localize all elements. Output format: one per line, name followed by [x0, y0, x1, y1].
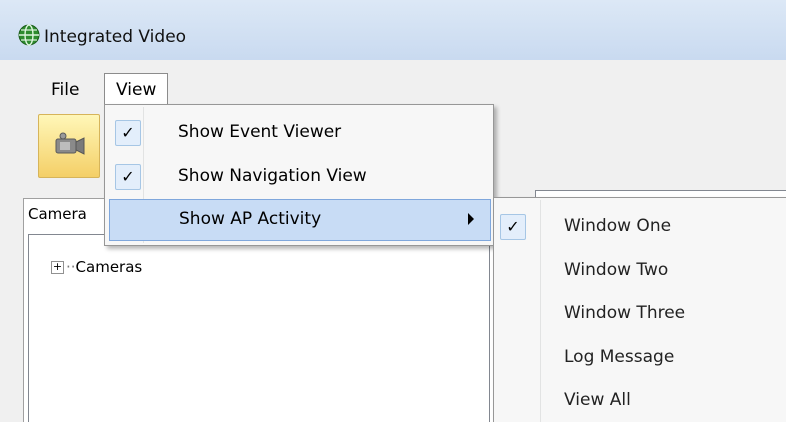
- window-title: Integrated Video: [44, 27, 187, 47]
- camera-panel-tab[interactable]: Camera: [28, 205, 87, 229]
- app-window: Integrated Video File View Camera + ··Cam…: [0, 0, 786, 422]
- submenu-item-label: View All: [564, 390, 631, 410]
- checkmark-icon: ✓: [115, 120, 141, 146]
- camera-tree: + ··Cameras: [28, 234, 490, 422]
- expand-plus-icon[interactable]: +: [51, 261, 64, 274]
- menu-item-label: Show Navigation View: [178, 166, 367, 186]
- globe-icon: [18, 24, 40, 46]
- menu-file[interactable]: File: [40, 75, 90, 105]
- submenu-item-label: Window Two: [564, 260, 669, 280]
- menu-item-show-navigation-view[interactable]: ✓ Show Navigation View: [107, 157, 491, 195]
- title-bar: Integrated Video: [0, 0, 786, 60]
- submenu-item-window-three[interactable]: Window Three: [494, 293, 784, 333]
- submenu-item-window-two[interactable]: Window Two: [494, 250, 784, 290]
- checkmark-icon: ✓: [115, 164, 141, 190]
- submenu-item-label: Window One: [564, 216, 672, 236]
- video-camera-icon: [55, 132, 85, 155]
- submenu-item-log-message[interactable]: Log Message: [494, 337, 784, 377]
- menu-item-label: Show AP Activity: [179, 209, 322, 229]
- submenu-arrow-icon: [468, 213, 474, 225]
- menu-item-label: Show Event Viewer: [178, 122, 342, 142]
- submenu-item-label: Log Message: [564, 347, 675, 367]
- menu-view[interactable]: View: [104, 73, 169, 106]
- tree-connector: ··: [66, 258, 76, 276]
- tree-node-cameras[interactable]: + ··Cameras: [51, 258, 142, 276]
- submenu-item-window-one[interactable]: ✓ Window One: [494, 206, 784, 246]
- menu-item-show-event-viewer[interactable]: ✓ Show Event Viewer: [107, 113, 491, 151]
- camera-toolbar-button[interactable]: [38, 114, 100, 178]
- submenu-item-view-all[interactable]: View All: [494, 380, 784, 420]
- checkmark-icon: ✓: [500, 214, 526, 240]
- tree-node-label: Cameras: [75, 258, 143, 276]
- submenu-item-label: Window Three: [564, 303, 686, 323]
- view-dropdown-menu: ✓ Show Event Viewer ✓ Show Navigation Vi…: [104, 104, 494, 246]
- menu-item-show-ap-activity[interactable]: Show AP Activity: [109, 199, 491, 241]
- ap-activity-submenu: ✓ Window One Window Two Window Three Log…: [493, 197, 786, 422]
- menu-bar: File View: [0, 60, 786, 106]
